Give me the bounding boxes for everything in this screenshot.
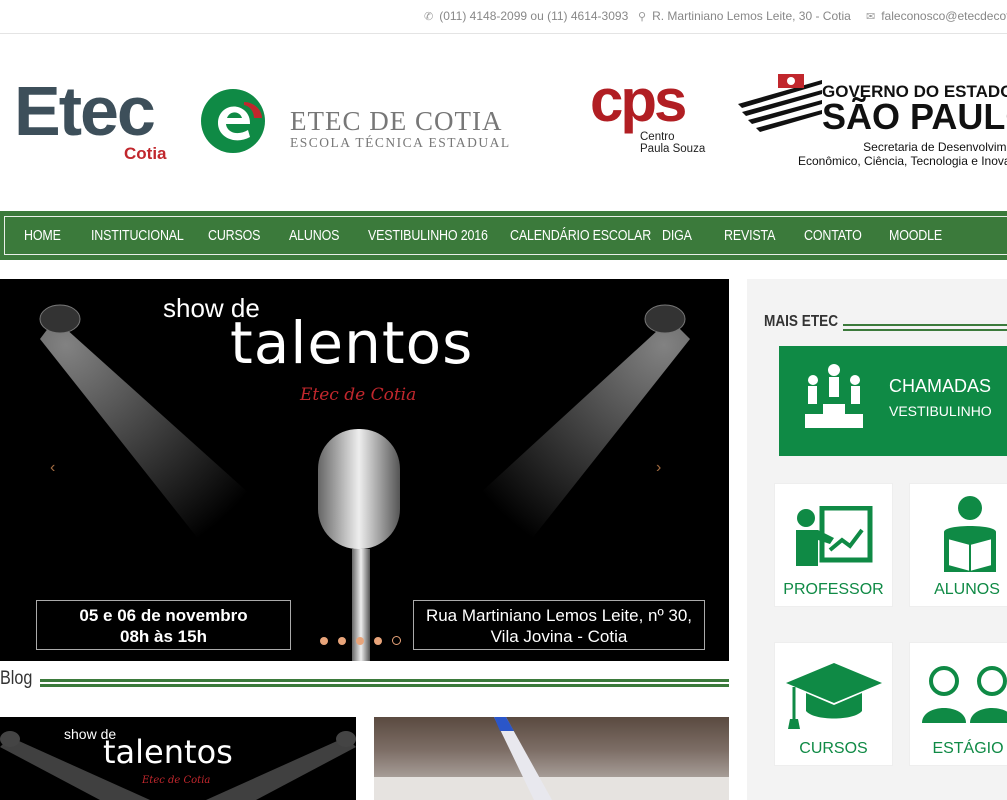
professor-tile[interactable]: PROFESSOR: [774, 483, 893, 607]
gov-secretaria: Secretaria de DesenvolvimentoEconômico, …: [798, 140, 1007, 168]
estagio-tile[interactable]: ESTÁGIO: [909, 642, 1007, 766]
interns-people-icon: [922, 666, 1007, 723]
sp-title: SÃO PAULO: [822, 96, 1007, 137]
blog-post-thumbnail-2[interactable]: [374, 717, 729, 800]
blog-thumb-1-title-school: Etec de Cotia: [142, 775, 211, 786]
slider-prev-arrow[interactable]: ‹: [50, 459, 55, 477]
professor-board-icon: [796, 506, 873, 566]
nav-item-alunos[interactable]: ALUNOS: [289, 228, 339, 244]
email-link[interactable]: faleconosco@etecdecotia: [881, 9, 1007, 23]
chamadas-title: CHAMADAS: [889, 376, 992, 396]
slider-date-line1: 05 e 06 de novembro: [79, 606, 248, 625]
slider-dot-1[interactable]: [320, 637, 328, 645]
nav-item-home[interactable]: HOME: [24, 228, 61, 244]
nav-item-calendario[interactable]: CALENDÁRIO ESCOLAR: [510, 228, 651, 244]
slider-dot-5[interactable]: [392, 636, 401, 645]
slider-address-line2: Vila Jovina - Cotia: [490, 627, 628, 646]
slider-next-arrow[interactable]: ›: [656, 459, 661, 477]
slider-title-big: talentos: [230, 309, 474, 377]
cps-caption: Centro Paula Souza: [640, 131, 706, 155]
nav-item-cursos[interactable]: CURSOS: [208, 228, 260, 244]
blog-post-thumbnail-1[interactable]: show de talentos Etec de Cotia: [0, 717, 356, 800]
estagio-label: ESTÁGIO: [932, 740, 1004, 757]
main-nav: HOME INSTITUCIONAL CURSOS ALUNOS VESTIBU…: [0, 211, 1007, 260]
blog-divider-2: [40, 684, 729, 687]
top-info-bar: ✆ (011) 4148-2099 ou (11) 4614-3093 ⚲ R. M…: [0, 0, 1007, 34]
pen-image: [374, 717, 729, 800]
etec-logo-subtext: Cotia: [124, 144, 167, 163]
blog-thumb-1-title-big: talentos: [103, 733, 233, 771]
slider-address-box: Rua Martiniano Lemos Leite, nº 30, Vila …: [413, 600, 705, 650]
nav-item-institucional[interactable]: INSTITUCIONAL: [91, 228, 184, 244]
map-pin-icon: ⚲: [638, 11, 647, 23]
slider-dot-3[interactable]: [356, 637, 364, 645]
slider-date-box: 05 e 06 de novembro 08h às 15h: [36, 600, 291, 650]
phone-info: ✆ (011) 4148-2099 ou (11) 4614-3093: [424, 9, 628, 23]
nav-item-vestibulinho[interactable]: VESTIBULINHO 2016: [368, 228, 488, 244]
envelope-icon: ✉: [866, 11, 876, 23]
graduation-cap-icon: [786, 663, 882, 729]
etec-cotia-wordmark: ETEC DE COTIA ESCOLA TÉCNICA ESTADUAL: [290, 108, 511, 151]
nav-item-contato[interactable]: CONTATO: [804, 228, 862, 244]
alunos-tile[interactable]: ALUNOS: [909, 483, 1007, 607]
blog-divider: [40, 679, 729, 682]
cps-wordmark: cps: [590, 67, 687, 134]
main-nav-frame: HOME INSTITUCIONAL CURSOS ALUNOS VESTIBU…: [4, 216, 1007, 255]
slider-dot-2[interactable]: [338, 637, 346, 645]
cursos-tile[interactable]: CURSOS: [774, 642, 893, 766]
chamadas-subtitle: VESTIBULINHO: [889, 403, 992, 419]
cursos-label: CURSOS: [799, 740, 868, 757]
student-reading-icon: [944, 496, 996, 572]
cotia-title: ETEC DE COTIA: [290, 106, 503, 136]
professor-label: PROFESSOR: [783, 581, 884, 598]
email-info[interactable]: ✉ faleconosco@etecdecotia: [866, 9, 1007, 23]
slider-address-line1: Rua Martiniano Lemos Leite, nº 30,: [425, 606, 693, 625]
cotia-subtitle: ESCOLA TÉCNICA ESTADUAL: [290, 135, 511, 150]
sidebar-heading: MAIS ETEC: [764, 313, 839, 330]
etec-logo[interactable]: Etec Cotia: [14, 72, 167, 163]
blog-section-header: Blog: [0, 668, 729, 694]
nav-item-diga[interactable]: DIGA: [662, 228, 692, 244]
address-info: ⚲ R. Martiniano Lemos Leite, 30 - Cotia: [638, 9, 851, 23]
hero-slider[interactable]: show de talentos Etec de Cotia ‹ › 05 e …: [0, 279, 729, 661]
slider-pagination: [320, 632, 411, 650]
blog-heading: Blog: [0, 668, 33, 689]
phone-text: (011) 4148-2099 ou (11) 4614-3093: [439, 9, 629, 23]
nav-item-moodle[interactable]: MOODLE: [889, 228, 942, 244]
podium-people-icon: [805, 364, 863, 428]
chamadas-vestibulinho-banner[interactable]: CHAMADAS VESTIBULINHO: [779, 346, 1007, 456]
slider-date-line2: 08h às 15h: [120, 627, 207, 646]
etec-cotia-emblem-icon: [201, 89, 265, 153]
sidebar-heading-divider-2: [843, 329, 1007, 331]
phone-icon: ✆: [424, 11, 434, 23]
governo-sp-logo[interactable]: GOVERNO DO ESTADO SÃO PAULO Secretaria d…: [738, 72, 1007, 172]
slider-title-school: Etec de Cotia: [300, 385, 417, 405]
sidebar-heading-divider: [843, 324, 1007, 326]
nav-item-revista[interactable]: REVISTA: [724, 228, 775, 244]
sp-flag-icon: [738, 74, 822, 132]
etec-logo-text: Etec: [14, 72, 156, 150]
centro-paula-souza-logo[interactable]: cps Centro Paula Souza: [590, 67, 712, 158]
address-text: R. Martiniano Lemos Leite, 30 - Cotia: [652, 9, 851, 23]
slider-dot-4[interactable]: [374, 637, 382, 645]
alunos-label: ALUNOS: [934, 581, 1000, 598]
